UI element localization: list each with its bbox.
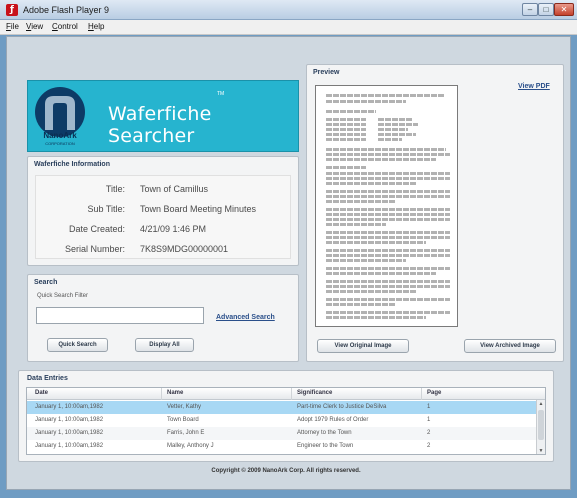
- quick-search-button[interactable]: Quick Search: [47, 338, 108, 352]
- info-panel: Waferfiche Information Title: Town of Ca…: [27, 156, 299, 266]
- close-button[interactable]: ✕: [554, 3, 574, 16]
- cell-significance: Adopt 1979 Rules of Order: [297, 417, 369, 423]
- flash-player-icon: ƒ: [6, 4, 18, 16]
- menu-control[interactable]: Control: [52, 22, 78, 31]
- svg-text:NanoArk: NanoArk: [43, 131, 77, 140]
- cell-date: January 1, 10:00am,1982: [35, 404, 104, 410]
- scroll-thumb[interactable]: [538, 410, 544, 440]
- table-header: Date Name Significance Page: [27, 388, 545, 400]
- cell-page: 2: [427, 443, 431, 449]
- app-banner: NanoArk CORPORATION TM Waferfiche Search…: [27, 80, 299, 152]
- document-preview-image: [315, 85, 458, 327]
- date-value: 4/21/09 1:46 PM: [140, 224, 207, 234]
- cell-date: January 1, 10:00am,1982: [35, 430, 104, 436]
- column-header-date[interactable]: Date: [35, 390, 48, 396]
- view-original-image-button[interactable]: View Original Image: [317, 339, 409, 353]
- quick-search-filter-label: Quick Search Filter: [37, 293, 89, 299]
- nanoark-logo: NanoArk CORPORATION: [35, 87, 85, 146]
- date-label: Date Created:: [68, 224, 125, 234]
- column-header-significance[interactable]: Significance: [297, 390, 332, 396]
- subtitle-label: Sub Title:: [87, 204, 125, 214]
- minimize-button[interactable]: –: [522, 3, 538, 16]
- advanced-search-link[interactable]: Advanced Search: [216, 314, 275, 321]
- info-heading: Waferfiche Information: [34, 161, 110, 168]
- cell-date: January 1, 10:00am,1982: [35, 443, 104, 449]
- info-box: Title: Town of Camillus Sub Title: Town …: [35, 175, 291, 259]
- window-title: Adobe Flash Player 9: [23, 5, 110, 15]
- cell-significance: Part-time Clerk to Justice DeSilva: [297, 404, 387, 410]
- scroll-up-icon[interactable]: ▲: [537, 400, 545, 408]
- search-panel: Search Quick Search Filter Advanced Sear…: [27, 274, 299, 362]
- cell-date: January 1, 10:00am,1982: [35, 417, 104, 423]
- view-archived-image-button[interactable]: View Archived Image: [464, 339, 556, 353]
- data-entries-panel: Data Entries Date Name Significance Page…: [18, 370, 554, 462]
- search-heading: Search: [34, 279, 58, 286]
- view-pdf-link[interactable]: View PDF: [518, 83, 550, 90]
- preview-heading: Preview: [313, 69, 340, 76]
- title-value: Town of Camillus: [140, 184, 209, 194]
- menu-view[interactable]: View: [26, 22, 43, 31]
- cell-name: Malley, Anthony J: [167, 443, 214, 449]
- cell-name: Farris, John E: [167, 430, 205, 436]
- menu-file[interactable]: File: [6, 22, 19, 31]
- preview-panel: Preview View PDF View Original Image Vie…: [306, 64, 564, 362]
- quick-search-input[interactable]: [36, 307, 204, 324]
- table-row[interactable]: January 1, 10:00am,1982 Town Board Adopt…: [27, 414, 537, 427]
- serial-value: 7K8S9MDG00000001: [140, 244, 229, 254]
- cell-page: 1: [427, 404, 431, 410]
- maximize-button[interactable]: □: [538, 3, 554, 16]
- menu-bar: File View Control Help: [0, 20, 577, 35]
- scroll-down-icon[interactable]: ▼: [537, 447, 545, 454]
- display-all-button[interactable]: Display All: [135, 338, 194, 352]
- column-header-name[interactable]: Name: [167, 390, 183, 396]
- title-label: Title:: [105, 184, 125, 194]
- table-row[interactable]: January 1, 10:00am,1982 Farris, John E A…: [27, 427, 537, 440]
- app-title: Waferfiche Searcher: [108, 103, 212, 147]
- info-row-subtitle: Sub Title: Town Board Meeting Minutes: [36, 204, 292, 220]
- table-row[interactable]: January 1, 10:00am,1982 Malley, Anthony …: [27, 440, 537, 453]
- serial-label: Serial Number:: [64, 244, 125, 254]
- cell-name: Town Board: [167, 417, 199, 423]
- menu-help[interactable]: Help: [88, 22, 104, 31]
- info-row-date: Date Created: 4/21/09 1:46 PM: [36, 224, 292, 240]
- cell-page: 1: [427, 417, 431, 423]
- info-row-title: Title: Town of Camillus: [36, 184, 292, 200]
- column-header-page[interactable]: Page: [427, 390, 441, 396]
- window-titlebar: ƒ Adobe Flash Player 9 – □ ✕: [0, 0, 577, 20]
- copyright-footer: Copyright © 2009 NanoArk Corp. All right…: [211, 468, 361, 474]
- data-entries-heading: Data Entries: [27, 375, 68, 382]
- table-scrollbar[interactable]: ▲ ▼: [536, 400, 545, 454]
- info-row-serial: Serial Number: 7K8S9MDG00000001: [36, 244, 292, 260]
- cell-name: Vetter, Kathy: [167, 404, 202, 410]
- subtitle-value: Town Board Meeting Minutes: [140, 204, 257, 214]
- table-row[interactable]: January 1, 10:00am,1982 Vetter, Kathy Pa…: [27, 401, 537, 414]
- cell-significance: Engineer to the Town: [297, 443, 354, 449]
- data-entries-table[interactable]: Date Name Significance Page January 1, 1…: [26, 387, 546, 455]
- cell-page: 2: [427, 430, 431, 436]
- svg-text:CORPORATION: CORPORATION: [45, 141, 75, 146]
- cell-significance: Attorney to the Town: [297, 430, 352, 436]
- trademark-mark: TM: [217, 91, 225, 97]
